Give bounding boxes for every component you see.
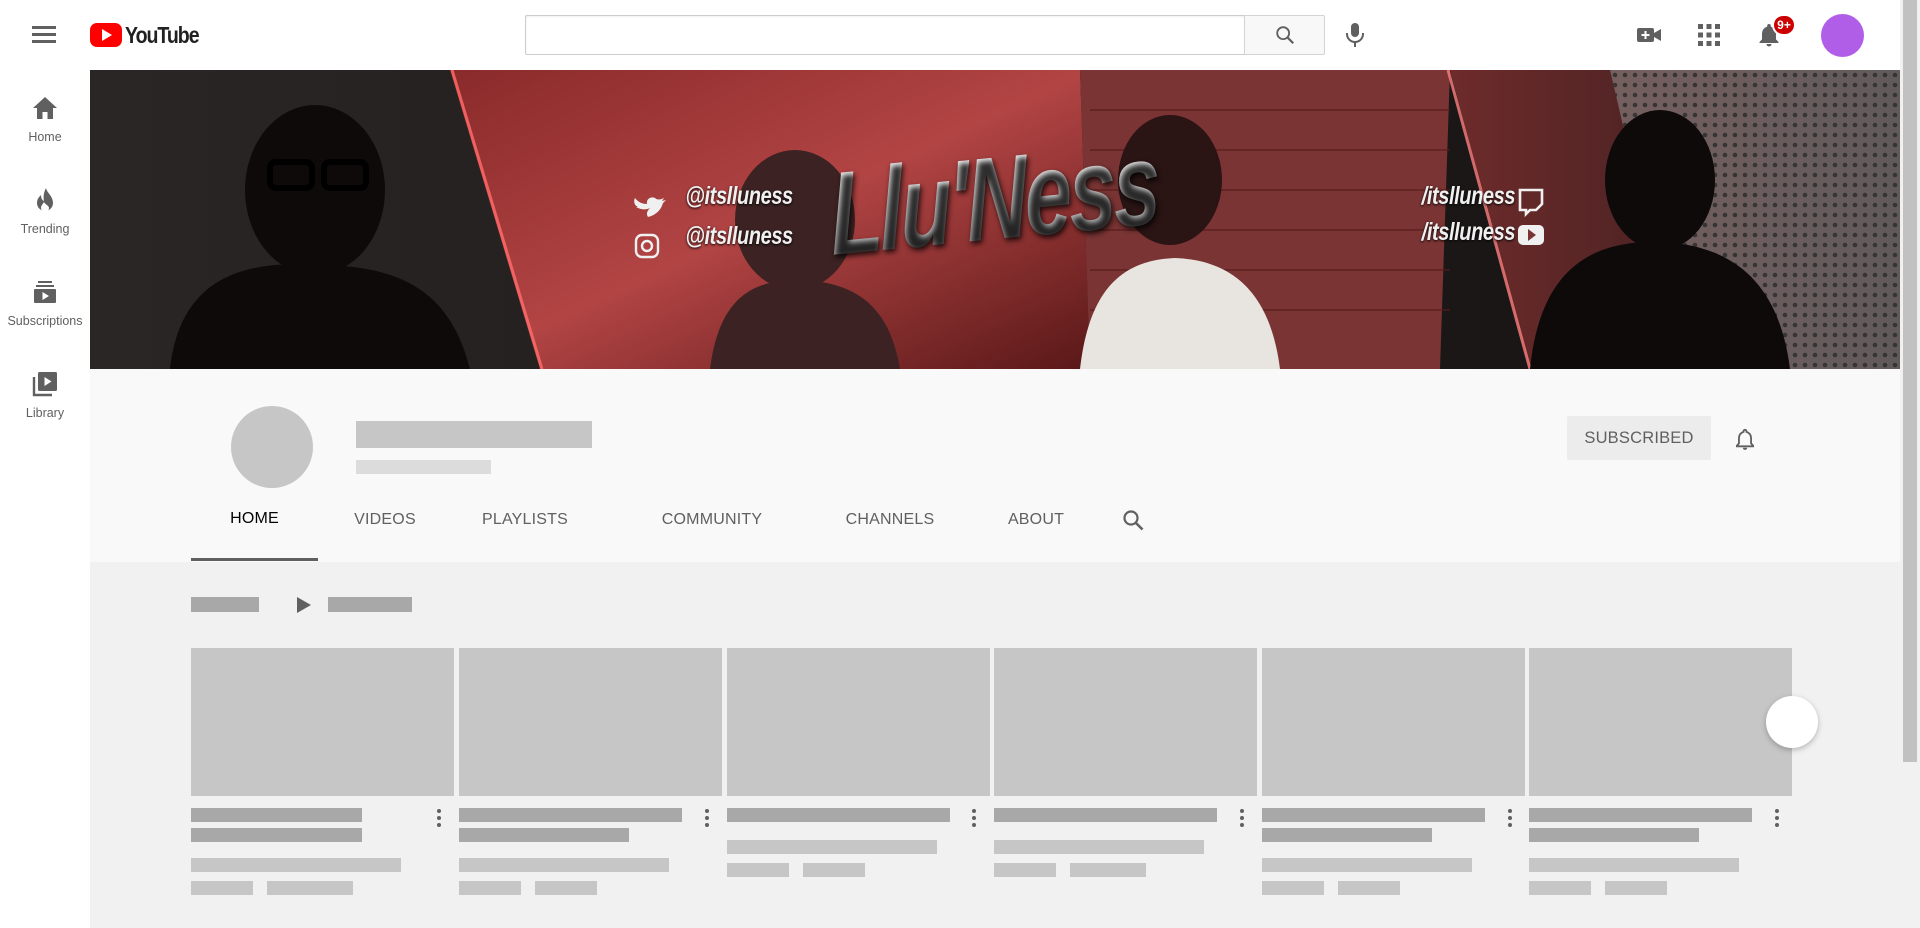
masthead: YouTube 9+ [0, 0, 1900, 70]
video-title-placeholder [1262, 808, 1485, 822]
more-options-icon[interactable] [1502, 807, 1518, 829]
video-meta-placeholder [191, 881, 253, 895]
search-input[interactable] [525, 15, 1245, 55]
video-meta-placeholder [535, 881, 597, 895]
video-thumbnail-placeholder[interactable] [727, 648, 990, 796]
more-options-icon[interactable] [966, 807, 982, 829]
video-channel-placeholder [994, 840, 1204, 854]
video-thumbnail-placeholder[interactable] [191, 648, 454, 796]
library-icon [31, 370, 59, 398]
channel-banner: @itslluness @itslluness Llu'Ness /itsllu… [90, 70, 1900, 369]
shelf-next-arrow-button[interactable] [1766, 696, 1818, 748]
tab-about[interactable]: ABOUT [981, 479, 1091, 561]
video-channel-placeholder [459, 858, 669, 872]
video-title-placeholder [727, 808, 950, 822]
guide-sidebar: Home Trending Subscriptions Library [0, 70, 90, 928]
more-options-icon[interactable] [1234, 807, 1250, 829]
youtube-play-icon [90, 23, 122, 47]
video-title-placeholder [459, 828, 629, 842]
sidebar-item-home[interactable]: Home [0, 70, 90, 144]
more-options-icon[interactable] [699, 807, 715, 829]
menu-icon[interactable] [30, 22, 58, 48]
video-meta-placeholder [994, 863, 1056, 877]
sidebar-item-subscriptions[interactable]: Subscriptions [0, 254, 90, 328]
play-all-icon[interactable] [297, 597, 311, 613]
tab-channels[interactable]: CHANNELS [817, 479, 963, 561]
create-video-icon[interactable] [1634, 20, 1664, 50]
account-avatar[interactable] [1821, 14, 1864, 57]
apps-grid-icon[interactable] [1694, 20, 1724, 50]
video-meta-placeholder [1338, 881, 1400, 895]
notification-bell-icon[interactable] [1730, 424, 1760, 454]
channel-header: SUBSCRIBED HOME VIDEOS PLAYLISTS COMMUNI… [90, 369, 1900, 562]
notification-count-badge: 9+ [1772, 14, 1796, 36]
video-title-placeholder [459, 808, 682, 822]
channel-search-icon[interactable] [1118, 505, 1148, 535]
more-options-icon[interactable] [1769, 807, 1785, 829]
scrollbar-thumb[interactable] [1903, 0, 1917, 762]
video-meta-placeholder [803, 863, 865, 877]
logo-text: YouTube [125, 21, 200, 48]
video-thumbnail-placeholder[interactable] [1262, 648, 1525, 796]
subscriptions-icon [31, 278, 59, 306]
video-title-placeholder [1529, 808, 1752, 822]
sidebar-item-label: Home [28, 130, 62, 144]
video-channel-placeholder [1262, 858, 1472, 872]
video-meta-placeholder [1070, 863, 1146, 877]
play-all-placeholder [328, 597, 412, 612]
video-meta-placeholder [459, 881, 521, 895]
video-channel-placeholder [191, 858, 401, 872]
tab-home[interactable]: HOME [191, 479, 318, 561]
video-channel-placeholder [1529, 858, 1739, 872]
more-options-icon[interactable] [431, 807, 447, 829]
tab-community[interactable]: COMMUNITY [637, 479, 787, 561]
video-meta-placeholder [1262, 881, 1324, 895]
channel-name-placeholder [356, 421, 592, 448]
subscribe-button[interactable]: SUBSCRIBED [1567, 416, 1711, 460]
video-meta-placeholder [267, 881, 353, 895]
sidebar-item-label: Trending [20, 222, 70, 236]
video-thumbnail-placeholder[interactable] [1529, 648, 1792, 796]
sidebar-item-trending[interactable]: Trending [0, 162, 90, 236]
banner-twitch-handle: /itslluness [1421, 182, 1516, 210]
subscriber-count-placeholder [356, 460, 491, 474]
video-title-placeholder [994, 808, 1217, 822]
tab-videos[interactable]: VIDEOS [328, 479, 442, 561]
video-thumbnail-placeholder[interactable] [459, 648, 722, 796]
youtube-logo[interactable]: YouTube [90, 20, 212, 50]
video-thumbnail-placeholder[interactable] [994, 648, 1257, 796]
video-meta-placeholder [727, 863, 789, 877]
channel-page: @itslluness @itslluness Llu'Ness /itsllu… [90, 70, 1900, 928]
video-title-placeholder [1262, 828, 1432, 842]
flame-icon [31, 186, 59, 214]
video-channel-placeholder [727, 840, 937, 854]
shelf-title-placeholder [191, 597, 259, 612]
banner-twitter-handle: @itslluness [685, 182, 793, 210]
microphone-icon[interactable] [1341, 20, 1369, 50]
channel-avatar-placeholder [231, 406, 313, 488]
video-title-placeholder [1529, 828, 1699, 842]
home-icon [31, 94, 59, 122]
banner-instagram-handle: @itslluness [685, 222, 793, 250]
sidebar-item-library[interactable]: Library [0, 346, 90, 420]
video-meta-placeholder [1529, 881, 1591, 895]
video-title-placeholder [191, 808, 362, 822]
youtube-icon [1518, 225, 1544, 245]
sidebar-item-label: Subscriptions [7, 314, 83, 328]
video-meta-placeholder [1605, 881, 1667, 895]
search-icon [1275, 26, 1294, 45]
video-title-placeholder [191, 828, 362, 842]
tab-playlists[interactable]: PLAYLISTS [457, 479, 593, 561]
sidebar-item-label: Library [25, 406, 65, 420]
search-button[interactable] [1244, 15, 1325, 55]
page-scrollbar[interactable] [1900, 0, 1920, 928]
banner-youtube-handle: /itslluness [1421, 218, 1516, 246]
